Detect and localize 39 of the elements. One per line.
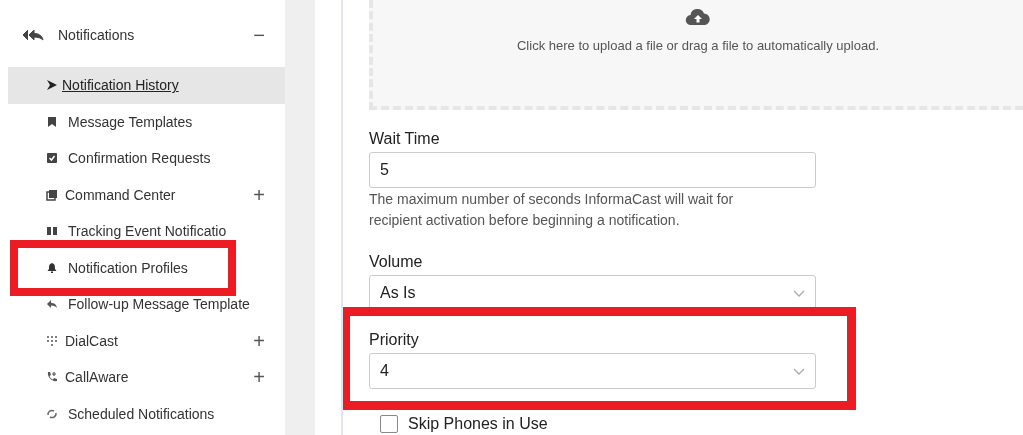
section-title[interactable]: Notifications [58, 27, 254, 43]
sidebar-item[interactable]: Command Center + [8, 176, 285, 213]
cloud-upload-icon [685, 8, 711, 26]
pause-icon [46, 225, 58, 238]
checkbox-icon [46, 152, 58, 165]
sidebar-item[interactable]: Notification Profiles [8, 249, 285, 286]
sidebar-item[interactable]: Message Templates [8, 103, 285, 140]
sidebar-item[interactable]: Confirmation Requests [8, 140, 285, 177]
field-label: Volume [369, 253, 424, 271]
repeat-icon [46, 407, 58, 420]
upload-hint: Click here to upload a file or drag a file to automatically upload. [516, 38, 879, 53]
sidebar-item[interactable]: CallAware + [8, 359, 285, 396]
reply-icon [46, 298, 58, 311]
sidebar-item[interactable]: DialCast + [8, 322, 285, 359]
collapse-button[interactable]: − [253, 25, 265, 45]
sidebar-item[interactable]: Follow-up Message Template [8, 286, 285, 323]
dropdown[interactable]: 4 [369, 353, 816, 389]
double-back-arrow-icon [22, 29, 44, 41]
field-label: Wait Time [369, 130, 441, 148]
checkbox-label: Skip Phones in Use [408, 415, 548, 433]
chevron-down-icon [793, 367, 805, 375]
sidebar-item[interactable]: Scheduled Notifications [8, 395, 285, 432]
chevron-down-icon [793, 289, 805, 297]
help-text: The maximum number of seconds InformaCast will wait for recipient activation before beginning a notification. [369, 190, 735, 230]
sidebar-item[interactable]: Notification History [8, 67, 285, 104]
send-icon [46, 79, 58, 92]
field-label: Priority [369, 331, 420, 349]
sidebar-item[interactable]: Tracking Event Notificatio [8, 213, 285, 250]
dialpad-icon [46, 334, 58, 347]
expand-button[interactable]: + [253, 367, 265, 388]
checkbox[interactable] [380, 415, 398, 433]
input-field[interactable]: 5 [369, 152, 816, 188]
phone-icon [46, 371, 58, 384]
expand-button[interactable]: + [253, 330, 265, 351]
upload-area[interactable]: Click here to upload a file or drag a file to automatically upload. [369, 0, 1023, 110]
expand-button[interactable]: + [253, 184, 265, 205]
bookmark-icon [46, 115, 58, 128]
bell-icon [46, 261, 58, 274]
stacked-cards-icon [46, 188, 58, 201]
